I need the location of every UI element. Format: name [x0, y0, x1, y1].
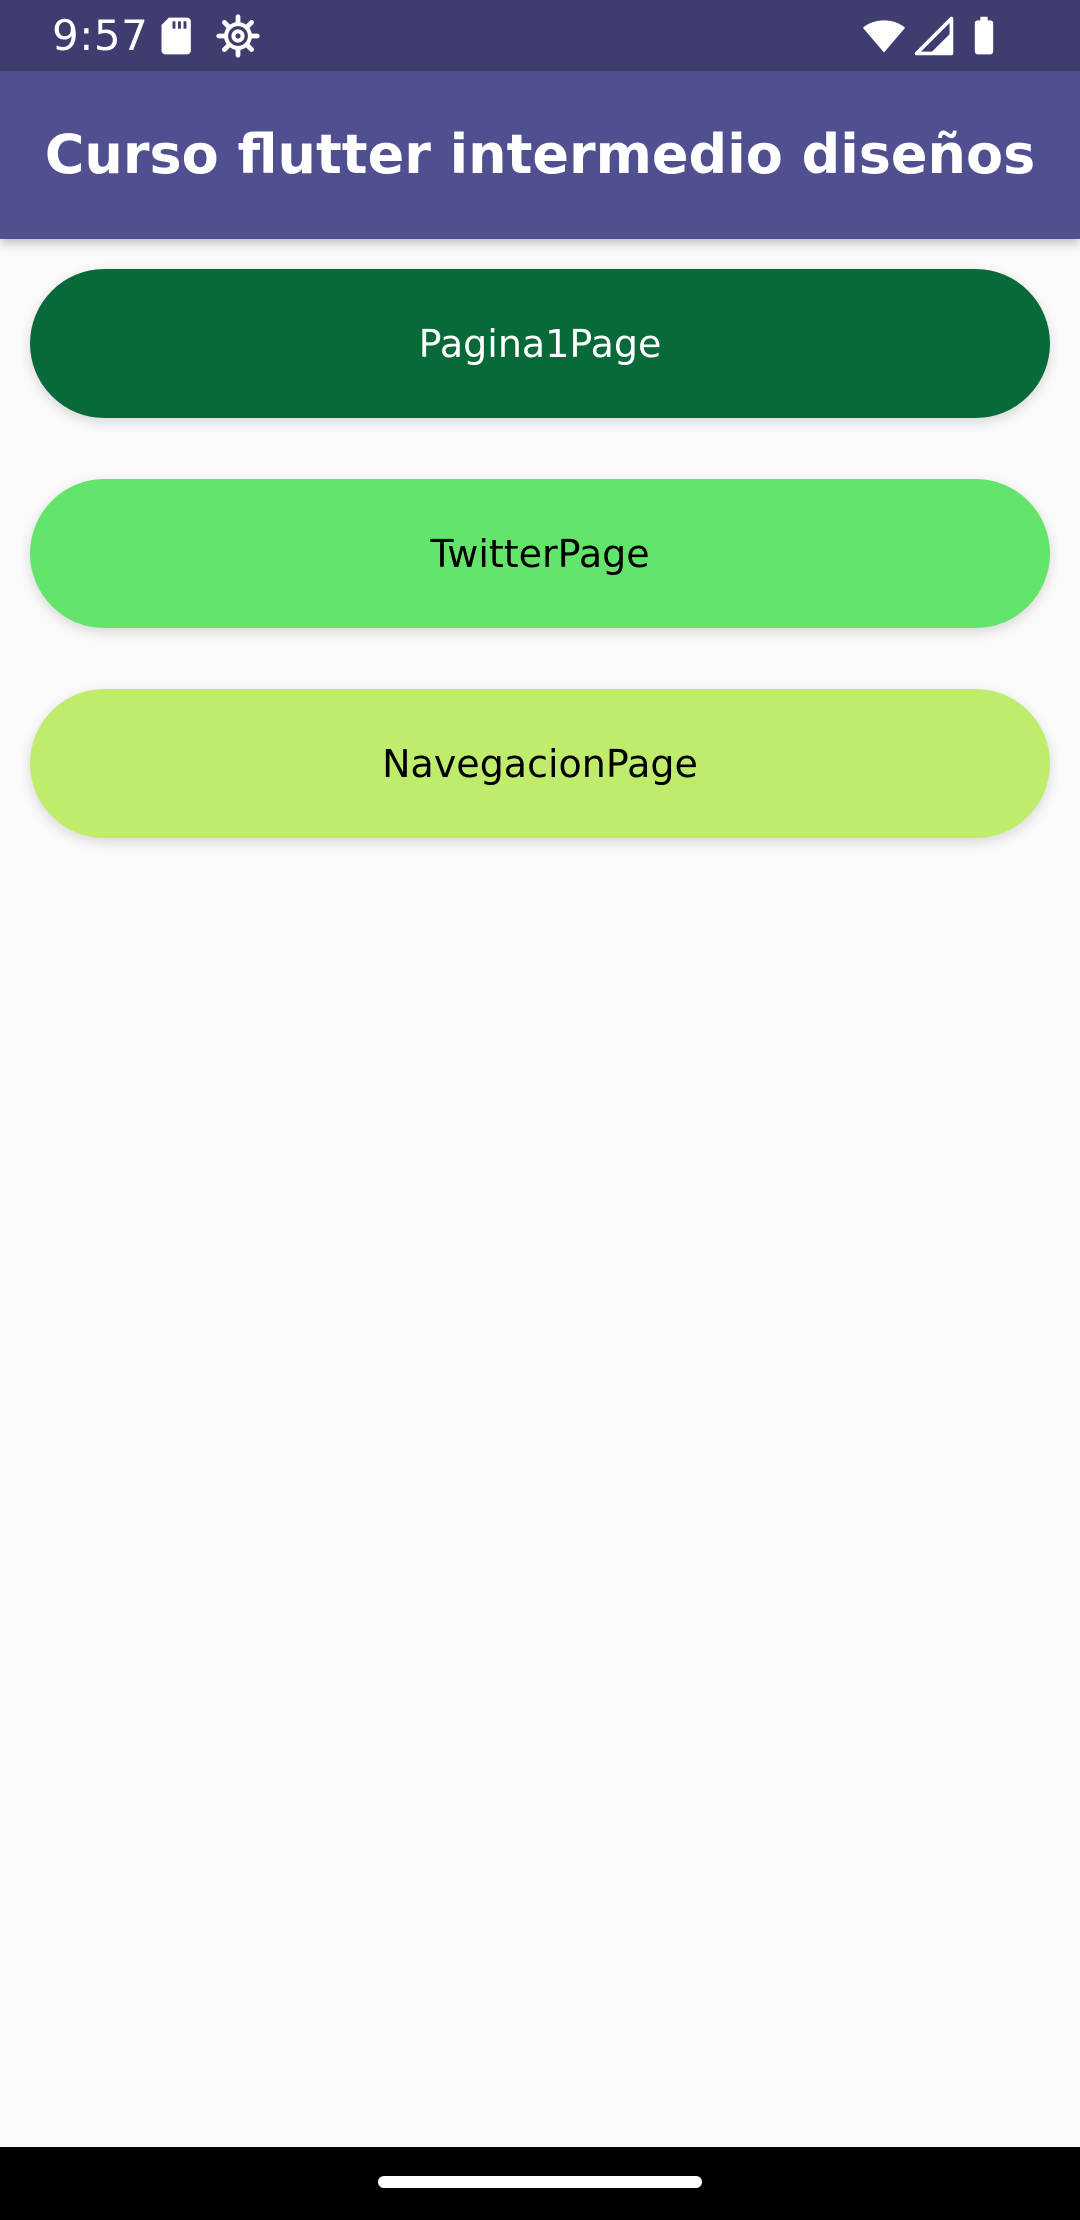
- main-content: Pagina1Page TwitterPage NavegacionPage: [0, 239, 1080, 2147]
- home-indicator[interactable]: [378, 2176, 702, 2188]
- page-title: Curso flutter intermedio diseños: [44, 123, 1036, 186]
- button-label: NavegacionPage: [382, 741, 698, 786]
- battery-icon: [962, 14, 1006, 58]
- status-bar: 9:57: [0, 0, 1080, 71]
- wifi-icon: [862, 14, 906, 58]
- twitter-page-button[interactable]: TwitterPage: [30, 479, 1050, 628]
- settings-gear-icon: [216, 14, 260, 58]
- pagina1-page-button[interactable]: Pagina1Page: [30, 269, 1050, 418]
- app-bar: Curso flutter intermedio diseños: [0, 71, 1080, 239]
- status-time: 9:57: [52, 11, 149, 60]
- button-label: Pagina1Page: [418, 321, 662, 366]
- system-navigation-bar: [0, 2147, 1080, 2220]
- navegacion-page-button[interactable]: NavegacionPage: [30, 689, 1050, 838]
- cell-signal-icon: [912, 14, 956, 58]
- sd-card-icon: [156, 14, 200, 58]
- button-label: TwitterPage: [430, 531, 650, 576]
